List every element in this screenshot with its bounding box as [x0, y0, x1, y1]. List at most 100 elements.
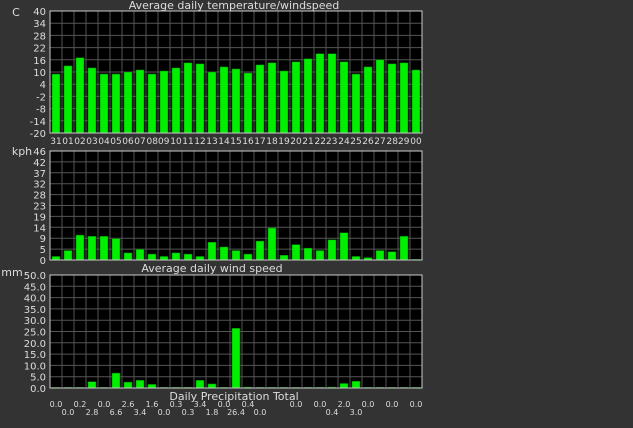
- windspeed-bar: [315, 250, 325, 261]
- temperature-title: Average daily temperature/windspeed: [129, 0, 340, 12]
- precipitation-value-label: 2.0: [338, 400, 351, 409]
- temperature-ytick-label: 22: [33, 44, 46, 55]
- temperature-bar: [183, 62, 193, 134]
- temperature-category-label: 04: [98, 137, 110, 147]
- precipitation-ytick-label: 50.0: [24, 271, 46, 282]
- precipitation-ytick-label: 40.0: [24, 294, 46, 305]
- precipitation-value-label: 0.0: [290, 400, 303, 409]
- windspeed-bar: [159, 256, 169, 261]
- windspeed-bar: [63, 250, 73, 261]
- precipitation-bar: [111, 372, 121, 389]
- temperature-unit-label: C: [12, 6, 20, 19]
- temperature-category-label: 14: [218, 137, 230, 147]
- windspeed-ytick-label: 32: [33, 180, 46, 191]
- temperature-ytick-label: 40: [33, 7, 46, 18]
- temperature-category-label: 01: [62, 137, 73, 147]
- windspeed-ytick-label: 5: [40, 245, 46, 256]
- weather-chart-panel: 40 34 28 22 16 10 4 -2 -8 -14 -20 Average daily tem…: [0, 0, 633, 424]
- temperature-bar: [375, 59, 385, 134]
- temperature-bar: [387, 63, 397, 134]
- precipitation-value-label: 6.6: [110, 408, 123, 417]
- temperature-category-label: 18: [266, 137, 278, 147]
- precipitation-value-label: 2.8: [86, 408, 99, 417]
- temperature-ytick-label: 16: [33, 56, 46, 67]
- temperature-category-label: 0809: [147, 137, 170, 147]
- windspeed-bar: [183, 253, 193, 261]
- precipitation-value-label: 3.4: [134, 408, 147, 417]
- temperature-category-label: 12: [194, 137, 205, 147]
- temperature-bar: [255, 64, 265, 134]
- precipitation-value-label: 0.0: [98, 400, 111, 409]
- precipitation-bar: [339, 383, 349, 389]
- precipitation-value-label: 3.0: [350, 408, 363, 417]
- windspeed-bar: [219, 246, 229, 261]
- temperature-bar: [339, 61, 349, 134]
- temperature-bar: [195, 63, 205, 134]
- temperature-category-label: 07: [134, 137, 145, 147]
- windspeed-bar: [279, 255, 289, 261]
- precipitation-value-label: 0.4: [242, 400, 255, 409]
- temperature-bar: [75, 57, 85, 134]
- temperature-category-label: 21: [302, 137, 313, 147]
- precipitation-bar: [135, 380, 145, 389]
- temperature-ytick-label: 4: [40, 80, 46, 91]
- windspeed-bar: [135, 249, 145, 261]
- windspeed-bar: [87, 236, 97, 261]
- temperature-bar: [303, 58, 313, 134]
- precipitation-value-label: 0.0: [158, 408, 171, 417]
- temperature-category-label: 06: [122, 137, 134, 147]
- precipitation-ytick-label: 35.0: [24, 305, 46, 316]
- temperature-bar: [51, 73, 61, 134]
- temperature-ytick-label: 34: [33, 19, 46, 30]
- precipitation-bar: [123, 381, 133, 389]
- windspeed-ytick-label: 23: [33, 202, 46, 213]
- precipitation-ytick-label: 45.0: [24, 282, 46, 293]
- windspeed-bar: [267, 227, 277, 261]
- temperature-bar: [123, 71, 133, 134]
- windspeed-ytick-label: 46: [33, 147, 46, 158]
- temperature-bar: [207, 71, 217, 134]
- precipitation-value-label: 26.4: [227, 408, 245, 417]
- temperature-bar: [399, 62, 409, 134]
- temperature-bar: [63, 65, 73, 134]
- temperature-ytick-label: -14: [30, 117, 46, 128]
- temperature-category-label: 15: [230, 137, 241, 147]
- precipitation-value-label: 0.0: [314, 400, 327, 409]
- temperature-ytick-label: -2: [36, 92, 46, 103]
- windspeed-ytick-label: 42: [33, 158, 46, 169]
- temperature-category-label: 03: [86, 137, 97, 147]
- temperature-bar: [279, 70, 289, 134]
- temperature-category-label: 2829: [387, 137, 410, 147]
- precipitation-ytick-label: 10.0: [24, 361, 46, 372]
- temperature-bar: [99, 73, 109, 134]
- windspeed-ytick-label: 19: [33, 212, 46, 223]
- precipitation-value-label: 0.0: [386, 400, 399, 409]
- temperature-category-label: 10: [170, 137, 182, 147]
- windspeed-ytick-label: 14: [33, 223, 46, 234]
- windspeed-bar: [375, 250, 385, 261]
- windspeed-bar: [387, 251, 397, 261]
- precipitation-value-label: 0.0: [254, 408, 267, 417]
- temperature-bar: [159, 70, 169, 134]
- temperature-bar: [267, 62, 277, 134]
- windspeed-bar: [339, 232, 349, 261]
- temperature-category-label: 02: [74, 137, 85, 147]
- precipitation-value-label: 3.4: [194, 400, 207, 409]
- precipitation-bar: [351, 380, 361, 389]
- precipitation-value-label: 1.8: [206, 408, 219, 417]
- temperature-category-label: 16: [242, 137, 254, 147]
- temperature-bar: [171, 67, 181, 134]
- windspeed-unit-label: kph: [12, 145, 32, 158]
- precipitation-ytick-label: 20.0: [24, 339, 46, 350]
- precipitation-value-label: 0.0: [362, 400, 375, 409]
- temperature-ytick-label: -8: [36, 105, 46, 116]
- precipitation-ytick-label: 5.0: [30, 373, 46, 384]
- precipitation-value-label: 0.3: [182, 408, 195, 417]
- precipitation-value-label: 2.6: [122, 400, 135, 409]
- windspeed-title: Average daily wind speed: [141, 262, 282, 275]
- weather-chart-svg: 4034282216104-2-8-14-20Average daily tem…: [1, 0, 423, 417]
- temperature-category-label: 19: [278, 137, 290, 147]
- windspeed-ytick-label: 37: [33, 169, 46, 180]
- windspeed-bar: [327, 239, 337, 261]
- windspeed-ytick-label: 28: [33, 191, 46, 202]
